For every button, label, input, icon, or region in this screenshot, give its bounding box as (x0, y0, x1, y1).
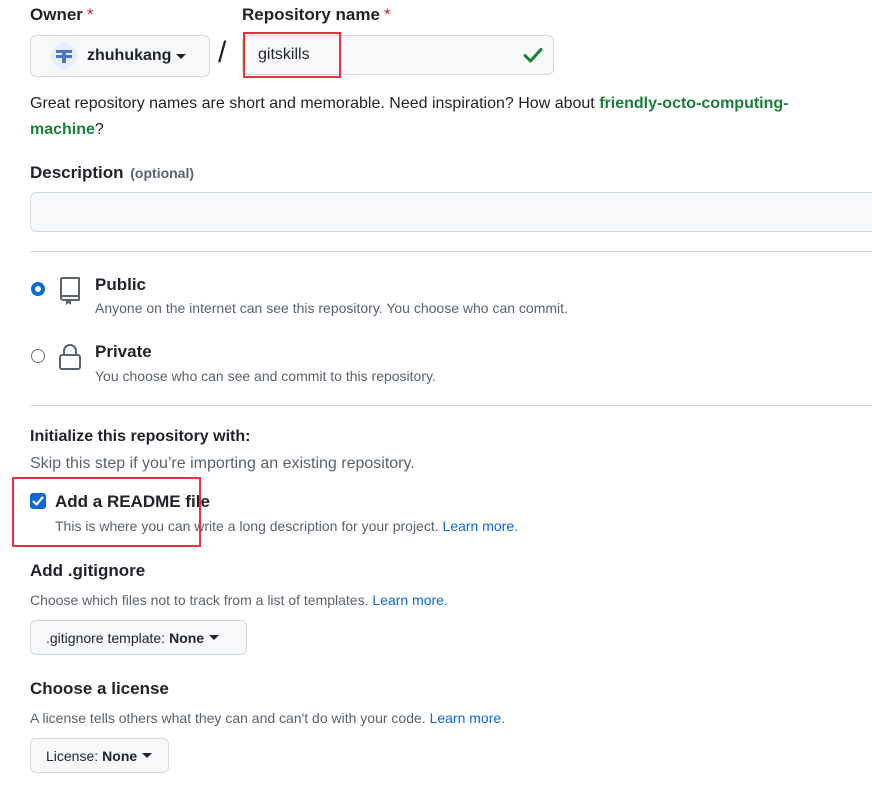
repo-name-hint: Great repository names are short and mem… (30, 95, 789, 138)
chevron-down-icon (176, 53, 187, 59)
readme-learn-more-link[interactable]: Learn more. (443, 518, 518, 534)
visibility-private-title: Private (95, 342, 152, 361)
readme-desc: This is where you can write a long descr… (55, 518, 518, 534)
license-learn-more-link[interactable]: Learn more. (430, 710, 505, 726)
annotation-box-readme (12, 477, 201, 547)
gitignore-desc: Choose which files not to track from a l… (30, 592, 448, 608)
repo-name-label: Repository name * (242, 5, 391, 24)
gitignore-template-button[interactable]: .gitignore template: None (30, 620, 247, 655)
visibility-private-radio[interactable] (31, 349, 45, 363)
gitignore-heading: Add .gitignore (30, 561, 146, 580)
owner-name: zhuhukang (87, 47, 172, 64)
visibility-public-title: Public (95, 275, 147, 294)
description-label: Description (optional) (30, 163, 195, 182)
visibility-public-desc: Anyone on the internet can see this repo… (95, 300, 568, 316)
owner-repo-separator: / (218, 36, 227, 69)
init-subtext: Skip this step if you’re importing an ex… (30, 455, 415, 472)
checkmark-icon (32, 496, 44, 506)
visibility-private-desc: You choose who can see and commit to thi… (95, 368, 436, 384)
chevron-down-icon (142, 753, 153, 758)
description-input[interactable] (30, 192, 872, 232)
check-icon (523, 48, 543, 63)
avatar (51, 43, 77, 69)
repo-name-input[interactable]: gitskills (242, 35, 554, 75)
identicon-icon (56, 50, 72, 63)
chevron-down-icon (209, 635, 220, 640)
license-button[interactable]: License: None (30, 738, 169, 773)
lock-icon (59, 344, 81, 370)
owner-label: Owner * (30, 5, 94, 24)
owner-select-button[interactable]: zhuhukang (30, 35, 210, 77)
repo-name-value: gitskills (258, 46, 310, 63)
init-heading: Initialize this repository with: (30, 428, 251, 445)
repo-icon (60, 277, 80, 305)
readme-checkbox[interactable] (30, 493, 46, 509)
divider (30, 405, 872, 406)
readme-label[interactable]: Add a README file (55, 492, 210, 512)
divider (30, 251, 872, 252)
gitignore-learn-more-link[interactable]: Learn more. (372, 592, 447, 608)
license-desc: A license tells others what they can and… (30, 710, 506, 726)
visibility-public-radio[interactable] (31, 282, 45, 296)
license-heading: Choose a license (30, 679, 169, 698)
